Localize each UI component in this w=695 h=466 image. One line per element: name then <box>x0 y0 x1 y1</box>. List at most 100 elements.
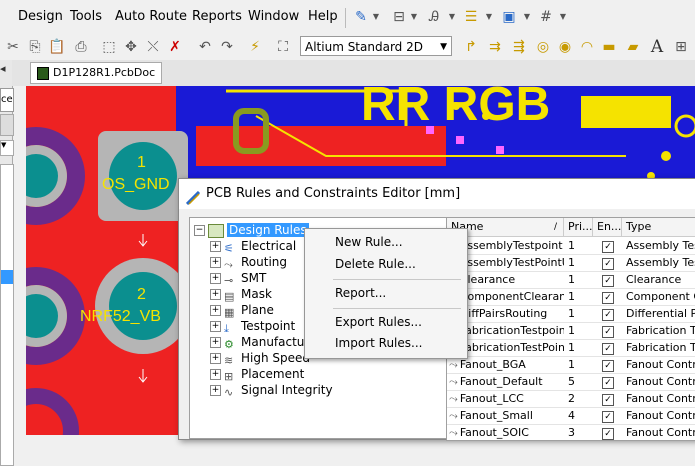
expand-icon[interactable]: + <box>210 353 221 364</box>
place-via-icon[interactable]: ◉ <box>556 38 574 56</box>
menu-design[interactable]: Design <box>18 9 63 24</box>
table-row[interactable]: ⤳Fanout_BGA 1 ✓ Fanout Control <box>447 356 695 374</box>
menu-item-new-rule[interactable]: New Rule... <box>335 235 403 249</box>
table-row[interactable]: ⤳Fanout_SOIC 3 ✓ Fanout Control <box>447 424 695 440</box>
copy-icon[interactable]: ⎘ <box>26 38 44 56</box>
component-icon[interactable]: ⊞ <box>672 38 690 56</box>
tree-item-mask[interactable]: + ▤ Mask <box>210 286 272 303</box>
table-row[interactable]: ⤳ComponentClearanc1✓Component Cle <box>447 288 695 306</box>
enabled-checkbox[interactable]: ✓ <box>602 377 614 389</box>
expand-icon[interactable]: + <box>210 337 221 348</box>
menu-window[interactable]: Window <box>248 9 299 24</box>
expand-icon[interactable]: + <box>210 289 221 300</box>
enabled-checkbox[interactable]: ✓ <box>602 309 614 321</box>
tree-item-signal-integrity[interactable]: + ∿ Signal Integrity <box>210 382 333 399</box>
menu-tools[interactable]: Tools <box>70 9 102 24</box>
panel-dropdown-icon[interactable]: ▼ <box>0 140 14 156</box>
paste-icon[interactable]: 📋 <box>48 38 66 56</box>
dropdown-arrow-icon[interactable]: ▼ <box>518 8 536 26</box>
left-panel[interactable]: ce ▼ <box>0 60 14 466</box>
tab-pcbdoc[interactable]: D1P128R1.PcbDoc <box>30 62 163 84</box>
text-find-icon[interactable]: Ꭿ <box>425 8 443 26</box>
tree-item-plane[interactable]: + ▦ Plane <box>210 302 274 319</box>
table-row[interactable]: ⤳Fanout_Small 4 ✓ Fanout Control <box>447 407 695 425</box>
multi-route-icon[interactable]: ⇶ <box>510 38 528 56</box>
expand-icon[interactable]: + <box>210 241 221 252</box>
enabled-checkbox[interactable]: ✓ <box>602 326 614 338</box>
expand-icon[interactable]: + <box>210 257 221 268</box>
enabled-checkbox[interactable]: ✓ <box>602 411 614 423</box>
expand-icon[interactable]: + <box>210 321 221 332</box>
menu-item-delete-rule[interactable]: Delete Rule... <box>335 257 416 271</box>
undo-icon[interactable]: ↶ <box>196 38 214 56</box>
enabled-checkbox[interactable]: ✓ <box>602 258 614 270</box>
tree-item-placement[interactable]: + ⊞ Placement <box>210 366 304 383</box>
dropdown-arrow-icon[interactable]: ▼ <box>443 8 461 26</box>
fill-icon[interactable]: ▬ <box>600 38 618 56</box>
expand-icon[interactable]: + <box>210 369 221 380</box>
pin-icon[interactable]: ◂ <box>0 62 6 75</box>
clear-filter-icon[interactable]: ✗ <box>166 38 184 56</box>
table-row[interactable]: ⤳Fanout_LCC 2 ✓ Fanout Control <box>447 390 695 408</box>
rules-grid[interactable]: Name∕ Pri... En... Type ⤳ AssemblyTestpoi… <box>446 217 695 441</box>
enabled-checkbox[interactable]: ✓ <box>602 428 614 440</box>
zoom-area-icon[interactable]: ⛶ <box>274 38 292 56</box>
panel-list[interactable] <box>0 164 14 466</box>
expand-icon[interactable]: + <box>210 385 221 396</box>
collapse-icon[interactable]: − <box>194 225 205 236</box>
select-area-icon[interactable]: ⬚ <box>100 38 118 56</box>
menu-reports[interactable]: Reports <box>192 9 242 24</box>
menu-item-import-rules[interactable]: Import Rules... <box>335 336 422 350</box>
table-row[interactable]: ⤳Fanout_Default 5 ✓ Fanout Control <box>447 373 695 391</box>
tree-item-high-speed[interactable]: + ≋ High Speed <box>210 350 310 367</box>
table-row[interactable]: ⤳FabricationTestPoin1✓Fabrication Tes <box>447 339 695 357</box>
room-icon[interactable]: ▣ <box>500 8 518 26</box>
polygon-icon[interactable]: ▰ <box>624 38 642 56</box>
view-config-combo[interactable]: Altium Standard 2D ▼ <box>300 36 452 56</box>
rubber-stamp-icon[interactable]: ⎙ <box>72 38 90 56</box>
cross-probe-icon[interactable]: ⚡ <box>246 38 264 56</box>
enabled-checkbox[interactable]: ✓ <box>602 275 614 287</box>
enabled-checkbox[interactable]: ✓ <box>602 360 614 372</box>
arc-icon[interactable]: ◠ <box>578 38 596 56</box>
tree-item-routing[interactable]: + ⤳ Routing <box>210 254 287 271</box>
table-row[interactable]: ⤳DiffPairsRouting1✓Differential Pai <box>447 305 695 323</box>
deselect-icon[interactable]: ⤬ <box>144 38 162 56</box>
string-icon[interactable]: A <box>648 38 666 56</box>
expand-icon[interactable]: + <box>210 273 221 284</box>
table-row[interactable]: ⤳Clearance1✓Clearance <box>447 271 695 289</box>
tree-item-smt[interactable]: + ⊸ SMT <box>210 270 266 287</box>
column-header-type[interactable]: Type <box>622 218 695 236</box>
column-header-priority[interactable]: Pri... <box>564 218 593 236</box>
tree-item-electrical[interactable]: + ⚟ Electrical <box>210 238 296 255</box>
place-pad-icon[interactable]: ◎ <box>534 38 552 56</box>
table-row[interactable]: ⤳AssemblyTestPointU1✓Assembly Testp <box>447 254 695 272</box>
table-row[interactable]: ⤳AssemblyTestpoint1✓Assembly Testp <box>447 237 695 255</box>
dropdown-arrow-icon[interactable]: ▼ <box>405 8 423 26</box>
dropdown-arrow-icon[interactable]: ▼ <box>480 8 498 26</box>
dropdown-arrow-icon[interactable]: ▼ <box>367 8 385 26</box>
enabled-checkbox[interactable]: ✓ <box>602 241 614 253</box>
tree-root-design-rules[interactable]: − Design Rules <box>194 222 309 238</box>
enabled-checkbox[interactable]: ✓ <box>602 394 614 406</box>
redo-icon[interactable]: ↷ <box>218 38 236 56</box>
tree-item-testpoint[interactable]: + ⤓ Testpoint <box>210 318 295 335</box>
move-icon[interactable]: ✥ <box>122 38 140 56</box>
table-row[interactable]: ⤳FabricationTestpoint1✓Fabrication Tes <box>447 322 695 340</box>
cut-icon[interactable]: ✂ <box>4 38 22 56</box>
menu-item-report[interactable]: Report... <box>335 286 386 300</box>
place-line-icon[interactable]: ☰ <box>462 8 480 26</box>
enabled-checkbox[interactable]: ✓ <box>602 343 614 355</box>
route-icon[interactable]: ↱ <box>462 38 480 56</box>
grid-icon[interactable]: # <box>537 8 555 26</box>
menu-help[interactable]: Help <box>308 9 338 24</box>
menu-item-export-rules[interactable]: Export Rules... <box>335 315 422 329</box>
panel-list-selected-row[interactable] <box>1 270 13 284</box>
dialog-title-bar[interactable]: PCB Rules and Constraints Editor [mm] <box>179 179 695 209</box>
diff-pair-icon[interactable]: ⇉ <box>486 38 504 56</box>
column-header-enabled[interactable]: En... <box>593 218 622 236</box>
dropdown-arrow-icon[interactable]: ▼ <box>554 8 572 26</box>
enabled-checkbox[interactable]: ✓ <box>602 292 614 304</box>
expand-icon[interactable]: + <box>210 305 221 316</box>
menu-auto-route[interactable]: Auto Route <box>115 9 187 24</box>
